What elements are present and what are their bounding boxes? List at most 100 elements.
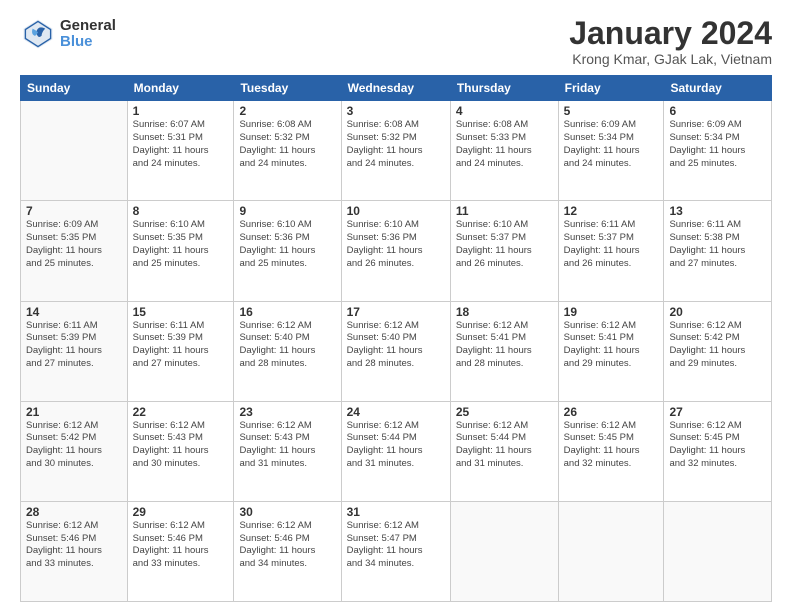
day-cell: 25Sunrise: 6:12 AM Sunset: 5:44 PM Dayli… (450, 401, 558, 501)
day-cell: 12Sunrise: 6:11 AM Sunset: 5:37 PM Dayli… (558, 201, 664, 301)
day-number: 30 (239, 505, 335, 519)
logo-icon (20, 16, 56, 52)
day-info: Sunrise: 6:12 AM Sunset: 5:41 PM Dayligh… (564, 320, 659, 371)
day-cell: 1Sunrise: 6:07 AM Sunset: 5:31 PM Daylig… (127, 101, 234, 201)
day-cell: 11Sunrise: 6:10 AM Sunset: 5:37 PM Dayli… (450, 201, 558, 301)
day-info: Sunrise: 6:09 AM Sunset: 5:34 PM Dayligh… (669, 119, 766, 170)
week-row-2: 7Sunrise: 6:09 AM Sunset: 5:35 PM Daylig… (21, 201, 772, 301)
day-info: Sunrise: 6:12 AM Sunset: 5:44 PM Dayligh… (347, 420, 445, 471)
day-info: Sunrise: 6:12 AM Sunset: 5:45 PM Dayligh… (669, 420, 766, 471)
day-cell: 26Sunrise: 6:12 AM Sunset: 5:45 PM Dayli… (558, 401, 664, 501)
day-number: 9 (239, 204, 335, 218)
day-cell: 5Sunrise: 6:09 AM Sunset: 5:34 PM Daylig… (558, 101, 664, 201)
day-number: 21 (26, 405, 122, 419)
header-thursday: Thursday (450, 76, 558, 101)
day-cell: 31Sunrise: 6:12 AM Sunset: 5:47 PM Dayli… (341, 501, 450, 601)
day-cell: 8Sunrise: 6:10 AM Sunset: 5:35 PM Daylig… (127, 201, 234, 301)
day-number: 12 (564, 204, 659, 218)
day-info: Sunrise: 6:12 AM Sunset: 5:46 PM Dayligh… (239, 520, 335, 571)
page: General Blue January 2024 Krong Kmar, GJ… (0, 0, 792, 612)
day-info: Sunrise: 6:07 AM Sunset: 5:31 PM Dayligh… (133, 119, 229, 170)
day-info: Sunrise: 6:10 AM Sunset: 5:36 PM Dayligh… (347, 219, 445, 270)
day-cell: 13Sunrise: 6:11 AM Sunset: 5:38 PM Dayli… (664, 201, 772, 301)
day-info: Sunrise: 6:09 AM Sunset: 5:35 PM Dayligh… (26, 219, 122, 270)
day-cell: 20Sunrise: 6:12 AM Sunset: 5:42 PM Dayli… (664, 301, 772, 401)
day-number: 2 (239, 104, 335, 118)
day-cell (558, 501, 664, 601)
day-number: 14 (26, 305, 122, 319)
day-info: Sunrise: 6:12 AM Sunset: 5:43 PM Dayligh… (133, 420, 229, 471)
day-number: 26 (564, 405, 659, 419)
day-info: Sunrise: 6:08 AM Sunset: 5:32 PM Dayligh… (347, 119, 445, 170)
day-number: 13 (669, 204, 766, 218)
day-number: 18 (456, 305, 553, 319)
day-number: 6 (669, 104, 766, 118)
week-row-1: 1Sunrise: 6:07 AM Sunset: 5:31 PM Daylig… (21, 101, 772, 201)
header-sunday: Sunday (21, 76, 128, 101)
week-row-4: 21Sunrise: 6:12 AM Sunset: 5:42 PM Dayli… (21, 401, 772, 501)
day-cell: 9Sunrise: 6:10 AM Sunset: 5:36 PM Daylig… (234, 201, 341, 301)
day-cell: 14Sunrise: 6:11 AM Sunset: 5:39 PM Dayli… (21, 301, 128, 401)
day-number: 8 (133, 204, 229, 218)
day-info: Sunrise: 6:12 AM Sunset: 5:45 PM Dayligh… (564, 420, 659, 471)
day-number: 16 (239, 305, 335, 319)
day-info: Sunrise: 6:12 AM Sunset: 5:40 PM Dayligh… (239, 320, 335, 371)
calendar-table: SundayMondayTuesdayWednesdayThursdayFrid… (20, 75, 772, 602)
header-monday: Monday (127, 76, 234, 101)
day-cell: 10Sunrise: 6:10 AM Sunset: 5:36 PM Dayli… (341, 201, 450, 301)
day-number: 15 (133, 305, 229, 319)
day-info: Sunrise: 6:08 AM Sunset: 5:32 PM Dayligh… (239, 119, 335, 170)
day-info: Sunrise: 6:12 AM Sunset: 5:46 PM Dayligh… (26, 520, 122, 571)
day-cell: 22Sunrise: 6:12 AM Sunset: 5:43 PM Dayli… (127, 401, 234, 501)
day-number: 31 (347, 505, 445, 519)
day-number: 11 (456, 204, 553, 218)
day-cell: 23Sunrise: 6:12 AM Sunset: 5:43 PM Dayli… (234, 401, 341, 501)
day-info: Sunrise: 6:10 AM Sunset: 5:36 PM Dayligh… (239, 219, 335, 270)
day-cell: 15Sunrise: 6:11 AM Sunset: 5:39 PM Dayli… (127, 301, 234, 401)
day-cell: 30Sunrise: 6:12 AM Sunset: 5:46 PM Dayli… (234, 501, 341, 601)
title-block: January 2024 Krong Kmar, GJak Lak, Vietn… (569, 16, 772, 67)
logo-blue: Blue (60, 34, 116, 51)
day-number: 10 (347, 204, 445, 218)
day-number: 7 (26, 204, 122, 218)
day-info: Sunrise: 6:12 AM Sunset: 5:46 PM Dayligh… (133, 520, 229, 571)
header-wednesday: Wednesday (341, 76, 450, 101)
day-cell: 17Sunrise: 6:12 AM Sunset: 5:40 PM Dayli… (341, 301, 450, 401)
day-number: 19 (564, 305, 659, 319)
day-info: Sunrise: 6:10 AM Sunset: 5:37 PM Dayligh… (456, 219, 553, 270)
day-number: 5 (564, 104, 659, 118)
day-number: 20 (669, 305, 766, 319)
day-cell: 6Sunrise: 6:09 AM Sunset: 5:34 PM Daylig… (664, 101, 772, 201)
calendar-title: January 2024 (569, 16, 772, 51)
day-cell: 28Sunrise: 6:12 AM Sunset: 5:46 PM Dayli… (21, 501, 128, 601)
day-number: 29 (133, 505, 229, 519)
day-info: Sunrise: 6:12 AM Sunset: 5:41 PM Dayligh… (456, 320, 553, 371)
day-info: Sunrise: 6:12 AM Sunset: 5:43 PM Dayligh… (239, 420, 335, 471)
day-cell: 24Sunrise: 6:12 AM Sunset: 5:44 PM Dayli… (341, 401, 450, 501)
week-row-3: 14Sunrise: 6:11 AM Sunset: 5:39 PM Dayli… (21, 301, 772, 401)
calendar-subtitle: Krong Kmar, GJak Lak, Vietnam (569, 51, 772, 67)
day-cell: 18Sunrise: 6:12 AM Sunset: 5:41 PM Dayli… (450, 301, 558, 401)
day-number: 27 (669, 405, 766, 419)
day-cell (664, 501, 772, 601)
day-number: 24 (347, 405, 445, 419)
header-saturday: Saturday (664, 76, 772, 101)
day-cell: 7Sunrise: 6:09 AM Sunset: 5:35 PM Daylig… (21, 201, 128, 301)
day-cell (450, 501, 558, 601)
header: General Blue January 2024 Krong Kmar, GJ… (20, 16, 772, 67)
day-number: 3 (347, 104, 445, 118)
day-info: Sunrise: 6:09 AM Sunset: 5:34 PM Dayligh… (564, 119, 659, 170)
day-cell: 27Sunrise: 6:12 AM Sunset: 5:45 PM Dayli… (664, 401, 772, 501)
day-info: Sunrise: 6:08 AM Sunset: 5:33 PM Dayligh… (456, 119, 553, 170)
day-number: 28 (26, 505, 122, 519)
day-cell: 4Sunrise: 6:08 AM Sunset: 5:33 PM Daylig… (450, 101, 558, 201)
day-number: 23 (239, 405, 335, 419)
day-info: Sunrise: 6:11 AM Sunset: 5:38 PM Dayligh… (669, 219, 766, 270)
day-info: Sunrise: 6:12 AM Sunset: 5:42 PM Dayligh… (669, 320, 766, 371)
day-cell: 16Sunrise: 6:12 AM Sunset: 5:40 PM Dayli… (234, 301, 341, 401)
day-cell: 21Sunrise: 6:12 AM Sunset: 5:42 PM Dayli… (21, 401, 128, 501)
day-info: Sunrise: 6:12 AM Sunset: 5:40 PM Dayligh… (347, 320, 445, 371)
day-number: 1 (133, 104, 229, 118)
day-number: 4 (456, 104, 553, 118)
day-cell (21, 101, 128, 201)
